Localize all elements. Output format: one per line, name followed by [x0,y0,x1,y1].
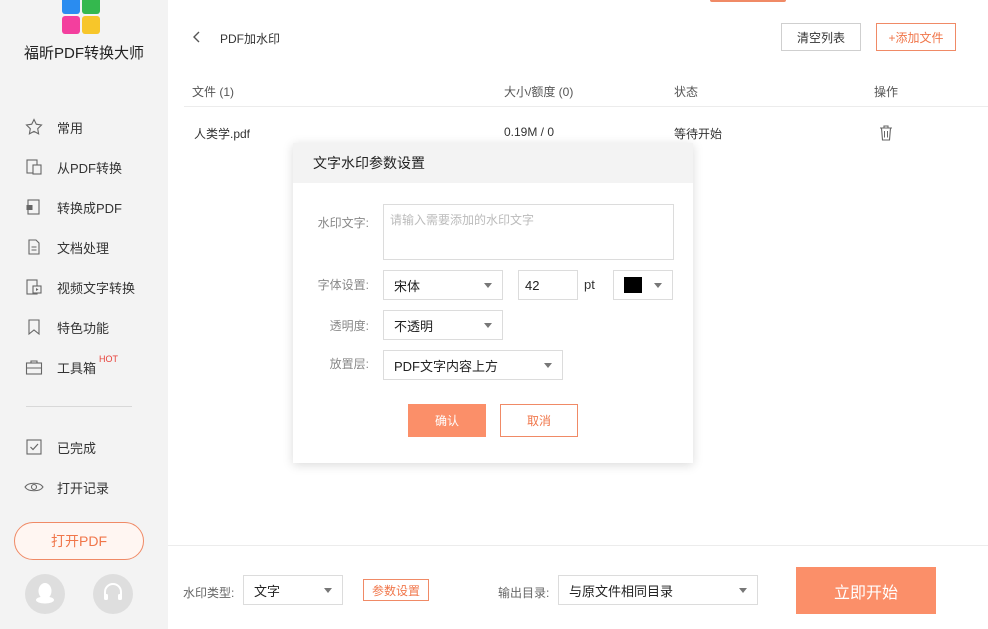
trash-icon[interactable] [878,124,894,142]
font-color-picker[interactable] [613,270,673,300]
output-dir-value: 与原文件相同目录 [569,583,674,599]
watermark-text-input[interactable] [383,204,674,260]
back-button[interactable] [192,28,208,48]
open-pdf-button[interactable]: 打开PDF [14,522,144,560]
watermark-settings-dialog: 文字水印参数设置 水印文字: 字体设置: 宋体 pt 透明度: 不透明 放置层:… [293,143,693,463]
sidebar-divider [26,406,132,407]
sidebar-item-label: 文档处理 [57,240,110,256]
toolbox-icon [24,357,44,377]
sidebar-item-video-text[interactable]: 视频文字转换 [24,276,135,298]
sidebar-item-to-pdf[interactable]: 转换成PDF [24,196,122,218]
sidebar-item-completed[interactable]: 已完成 [24,436,96,458]
params-settings-button[interactable]: 参数设置 [363,579,429,601]
sidebar-item-toolbox[interactable]: 工具箱 HOT [24,354,119,378]
column-header-size: 大小/额度 (0) [504,85,574,99]
hot-badge: HOT [99,354,119,364]
qq-button[interactable] [25,574,65,614]
top-accent-bar [710,0,786,2]
column-header-file: 文件 (1) [192,85,235,99]
bottom-toolbar: 水印类型: 文字 参数设置 输出目录: 与原文件相同目录 立即开始 [168,545,988,629]
clear-list-button[interactable]: 清空列表 [781,23,861,51]
page-title: PDF加水印 [220,32,281,46]
sidebar-item-label: 常用 [57,120,84,136]
sidebar-item-label: 已完成 [57,440,97,456]
check-icon [24,437,44,457]
star-icon [24,117,44,137]
chevron-down-icon [654,283,662,288]
chevron-down-icon [739,588,747,593]
sidebar-item-common[interactable]: 常用 [24,116,83,138]
color-swatch [624,277,642,293]
cancel-button[interactable]: 取消 [500,404,578,437]
document-icon [24,237,44,257]
file-name: 人类学.pdf [194,127,251,141]
font-size-unit: pt [584,277,595,292]
headset-icon [102,582,124,607]
chevron-down-icon [484,323,492,328]
opacity-select[interactable]: 不透明 [383,310,503,340]
font-size-input[interactable] [518,270,578,300]
start-now-button[interactable]: 立即开始 [796,567,936,614]
chevron-down-icon [324,588,332,593]
font-select[interactable]: 宋体 [383,270,503,300]
opacity-label: 透明度: [329,319,369,333]
sidebar-item-label: 工具箱 [57,360,97,376]
add-file-button[interactable]: +添加文件 [876,23,956,51]
sidebar-item-doc-process[interactable]: 文档处理 [24,236,109,258]
app-logo [62,0,100,36]
sidebar-item-label: 特色功能 [57,320,110,336]
column-header-status: 状态 [674,85,699,99]
output-dir-select[interactable]: 与原文件相同目录 [558,575,758,605]
document-convert-icon [24,157,44,177]
bookmark-icon [24,317,44,337]
watermark-type-label: 水印类型: [183,586,235,600]
qq-icon [34,581,56,608]
sidebar: 福昕PDF转换大师 常用 从PDF转换 转换成PDF 文档处理 视频文字转换 特 [0,0,168,629]
sidebar-item-label: 转换成PDF [57,200,123,216]
watermark-type-select[interactable]: 文字 [243,575,343,605]
sidebar-item-features[interactable]: 特色功能 [24,316,109,338]
sidebar-item-open-history[interactable]: 打开记录 [24,476,109,498]
file-size: 0.19M / 0 [504,125,555,139]
app-title: 福昕PDF转换大师 [23,45,144,62]
support-button[interactable] [93,574,133,614]
sidebar-item-label: 视频文字转换 [57,280,136,296]
output-dir-label: 输出目录: [498,586,550,600]
sidebar-item-label: 从PDF转换 [57,160,123,176]
layer-value: PDF文字内容上方 [394,358,499,374]
chevron-down-icon [544,363,552,368]
file-status: 等待开始 [674,127,723,141]
font-value: 宋体 [394,278,421,294]
font-settings-label: 字体设置: [317,278,369,292]
watermark-text-label: 水印文字: [317,216,369,230]
sidebar-item-from-pdf[interactable]: 从PDF转换 [24,156,122,178]
opacity-value: 不透明 [394,318,434,334]
column-header-action: 操作 [874,85,899,99]
layer-select[interactable]: PDF文字内容上方 [383,350,563,380]
layer-label: 放置层: [329,357,369,371]
video-text-icon [24,277,44,297]
confirm-button[interactable]: 确认 [408,404,486,437]
chevron-left-icon [192,30,202,47]
dialog-title: 文字水印参数设置 [293,143,693,183]
table-header: 文件 (1) 大小/额度 (0) 状态 操作 [184,80,988,107]
eye-icon [24,477,44,497]
sidebar-item-label: 打开记录 [57,480,110,496]
chevron-down-icon [484,283,492,288]
document-pdf-icon [24,197,44,217]
watermark-type-value: 文字 [254,583,281,599]
